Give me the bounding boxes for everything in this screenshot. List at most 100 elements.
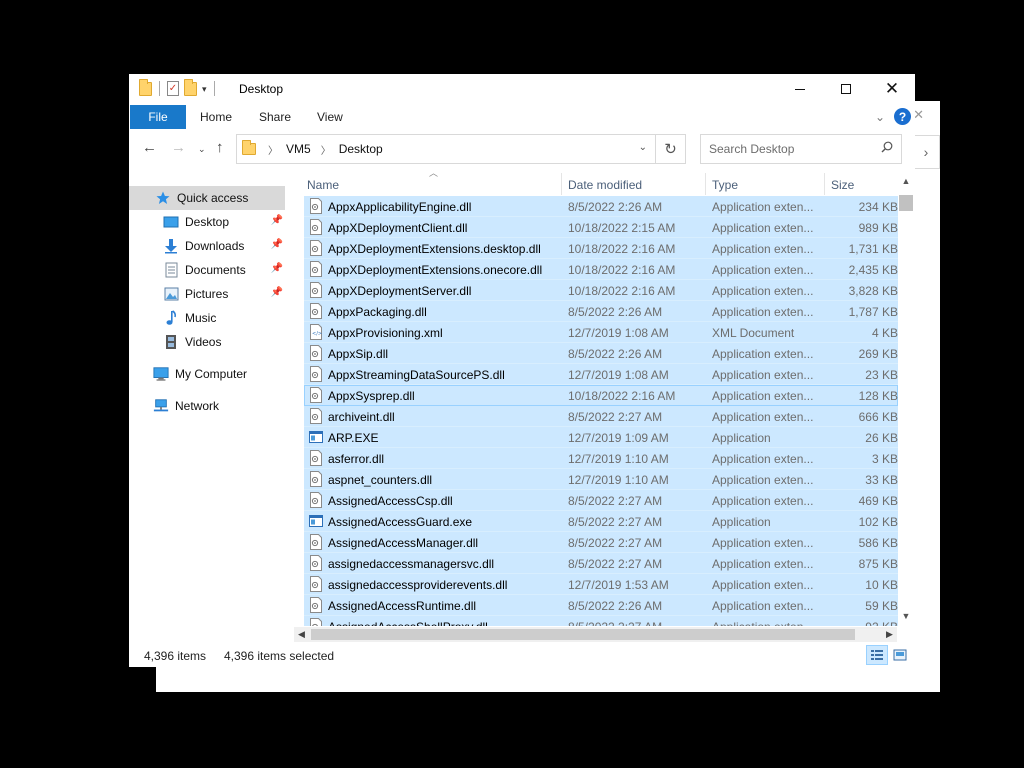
- sidebar-item-music[interactable]: Music: [129, 306, 285, 330]
- pin-icon[interactable]: 📌: [271, 239, 283, 250]
- recent-locations-chevron-icon[interactable]: ⌄: [198, 144, 206, 155]
- forward-arrow-icon[interactable]: →: [171, 139, 186, 156]
- table-row[interactable]: aspnet_counters.dll 12/7/2019 1:10 AM Appl…: [304, 469, 898, 490]
- tab-share[interactable]: Share: [259, 110, 291, 124]
- sidebar-item-documents[interactable]: Documents 📌: [129, 258, 285, 282]
- file-list: ︿ Name Date modified Type Size AppxAppli…: [304, 168, 914, 633]
- file-date: 10/18/2022 2:16 AM: [568, 284, 676, 298]
- properties-icon[interactable]: ✓: [167, 81, 179, 96]
- file-size: 3,828 KB: [848, 284, 898, 298]
- breadcrumb-chevron-icon[interactable]: 〉: [268, 142, 278, 157]
- sidebar-item-label: Desktop: [185, 215, 230, 229]
- music-icon: [163, 310, 179, 326]
- refresh-button[interactable]: ↻: [656, 134, 686, 164]
- pin-icon[interactable]: 📌: [271, 263, 283, 274]
- file-name: asferror.dll: [328, 452, 385, 466]
- search-input[interactable]: [709, 136, 879, 162]
- scroll-down-icon[interactable]: ▼: [898, 608, 914, 624]
- new-folder-icon[interactable]: [184, 78, 197, 96]
- table-row[interactable]: archiveint.dll 8/5/2022 2:27 AM Applicatio…: [304, 406, 898, 427]
- maximize-button[interactable]: [823, 74, 869, 104]
- table-row[interactable]: assignedaccessmanagersvc.dll 8/5/2022 2:2…: [304, 553, 898, 574]
- tab-file[interactable]: File: [130, 105, 186, 129]
- file-type: Application exten...: [712, 200, 814, 214]
- file-type: Application exten...: [712, 389, 814, 403]
- breadcrumb-vm5[interactable]: VM5: [286, 142, 311, 156]
- table-row[interactable]: </> AppxProvisioning.xml 12/7/2019 1:08 AM…: [304, 322, 898, 343]
- sidebar-item-my-computer[interactable]: My Computer: [129, 362, 285, 386]
- sidebar-item-downloads[interactable]: Downloads 📌: [129, 234, 285, 258]
- column-divider[interactable]: [561, 173, 562, 195]
- file-type: Application exten...: [712, 410, 814, 424]
- column-header-type[interactable]: Type: [712, 173, 738, 195]
- customize-dropdown-icon[interactable]: ▾: [202, 82, 207, 96]
- download-icon: [163, 238, 179, 254]
- table-row[interactable]: AppXDeploymentExtensions.desktop.dll 10/1…: [304, 238, 898, 259]
- horizontal-scroll-thumb[interactable]: [311, 629, 855, 640]
- dll-icon: [310, 555, 322, 571]
- table-row[interactable]: AssignedAccessCsp.dll 8/5/2022 2:27 AM App…: [304, 490, 898, 511]
- sidebar-item-desktop[interactable]: Desktop 📌: [129, 210, 285, 234]
- pin-icon[interactable]: 📌: [271, 215, 283, 226]
- column-header-size[interactable]: Size: [831, 173, 854, 195]
- scroll-right-icon[interactable]: ▶: [882, 627, 897, 642]
- breadcrumb-chevron-icon[interactable]: 〉: [321, 142, 331, 157]
- table-row[interactable]: AppXDeploymentExtensions.onecore.dll 10/1…: [304, 259, 898, 280]
- tab-home[interactable]: Home: [200, 110, 232, 124]
- back-arrow-icon[interactable]: ←: [142, 139, 157, 156]
- file-size: 1,787 KB: [848, 305, 898, 319]
- close-button[interactable]: ✕: [869, 74, 915, 104]
- minimize-button[interactable]: [777, 74, 823, 104]
- large-icons-view-button[interactable]: [889, 645, 911, 665]
- sidebar-item-pictures[interactable]: Pictures 📌: [129, 282, 285, 306]
- sidebar-item-quick-access[interactable]: Quick access: [129, 186, 285, 210]
- column-header-name[interactable]: Name: [307, 173, 339, 195]
- table-row[interactable]: AppxStreamingDataSourcePS.dll 12/7/2019 1…: [304, 364, 898, 385]
- table-row[interactable]: AppxSysprep.dll 10/18/2022 2:16 AM Applica…: [304, 385, 898, 406]
- vertical-scroll-thumb[interactable]: [899, 195, 913, 211]
- sidebar-item-label: Music: [185, 311, 217, 325]
- column-divider[interactable]: [824, 173, 825, 195]
- tab-view[interactable]: View: [317, 110, 343, 124]
- search-box[interactable]: [700, 134, 902, 164]
- navigation-bar: ← → ⌄ ↑ 〉 VM5 〉 Desktop ⌄ ↻: [129, 133, 915, 165]
- table-row[interactable]: assignedaccessproviderevents.dll 12/7/201…: [304, 574, 898, 595]
- table-row[interactable]: AppxPackaging.dll 8/5/2022 2:26 AM Applica…: [304, 301, 898, 322]
- file-size: 875 KB: [858, 557, 898, 571]
- table-row[interactable]: AssignedAccessGuard.exe 8/5/2022 2:27 AM A…: [304, 511, 898, 532]
- address-dropdown-icon[interactable]: ⌄: [639, 142, 647, 153]
- table-row[interactable]: AppXDeploymentClient.dll 10/18/2022 2:15 …: [304, 217, 898, 238]
- table-row[interactable]: asferror.dll 12/7/2019 1:10 AM Application…: [304, 448, 898, 469]
- help-icon[interactable]: ?: [894, 108, 911, 125]
- computer-icon: [153, 366, 169, 382]
- table-row[interactable]: AssignedAccessRuntime.dll 8/5/2022 2:26 A…: [304, 595, 898, 616]
- column-header-date-modified[interactable]: Date modified: [568, 173, 642, 195]
- file-rows: AppxApplicabilityEngine.dll 8/5/2022 2:26…: [304, 196, 898, 626]
- table-row[interactable]: AssignedAccessShellProxy.dll 8/5/2022 2:2…: [304, 616, 898, 626]
- vertical-scrollbar[interactable]: ▲ ▼: [898, 173, 914, 624]
- table-row[interactable]: AppxApplicabilityEngine.dll 8/5/2022 2:26…: [304, 196, 898, 217]
- expand-ribbon-chevron-icon[interactable]: ⌄: [875, 110, 885, 124]
- pin-icon[interactable]: 📌: [271, 287, 283, 298]
- up-arrow-icon[interactable]: ↑: [216, 139, 224, 156]
- breadcrumb-desktop[interactable]: Desktop: [339, 142, 383, 156]
- file-type: Application exten...: [712, 620, 813, 626]
- address-bar[interactable]: 〉 VM5 〉 Desktop ⌄: [236, 134, 656, 164]
- search-icon[interactable]: [881, 141, 893, 153]
- details-view-button[interactable]: [866, 645, 888, 665]
- scroll-left-icon[interactable]: ◀: [294, 627, 309, 642]
- horizontal-scrollbar[interactable]: ◀ ▶: [294, 627, 897, 642]
- file-name: assignedaccessproviderevents.dll: [328, 578, 508, 592]
- column-divider[interactable]: [705, 173, 706, 195]
- table-row[interactable]: AssignedAccessManager.dll 8/5/2022 2:27 A…: [304, 532, 898, 553]
- documents-icon: [163, 262, 179, 278]
- folder-icon[interactable]: [139, 78, 152, 96]
- table-row[interactable]: ARP.EXE 12/7/2019 1:09 AM Application 26 KB: [304, 427, 898, 448]
- exe-icon: [309, 431, 323, 443]
- table-row[interactable]: AppxSip.dll 8/5/2022 2:26 AM Application e…: [304, 343, 898, 364]
- scroll-up-icon[interactable]: ▲: [898, 173, 914, 189]
- sidebar-item-network[interactable]: Network: [129, 394, 285, 418]
- table-row[interactable]: AppXDeploymentServer.dll 10/18/2022 2:16 …: [304, 280, 898, 301]
- chevron-right-icon[interactable]: ›: [912, 135, 940, 169]
- sidebar-item-videos[interactable]: Videos: [129, 330, 285, 354]
